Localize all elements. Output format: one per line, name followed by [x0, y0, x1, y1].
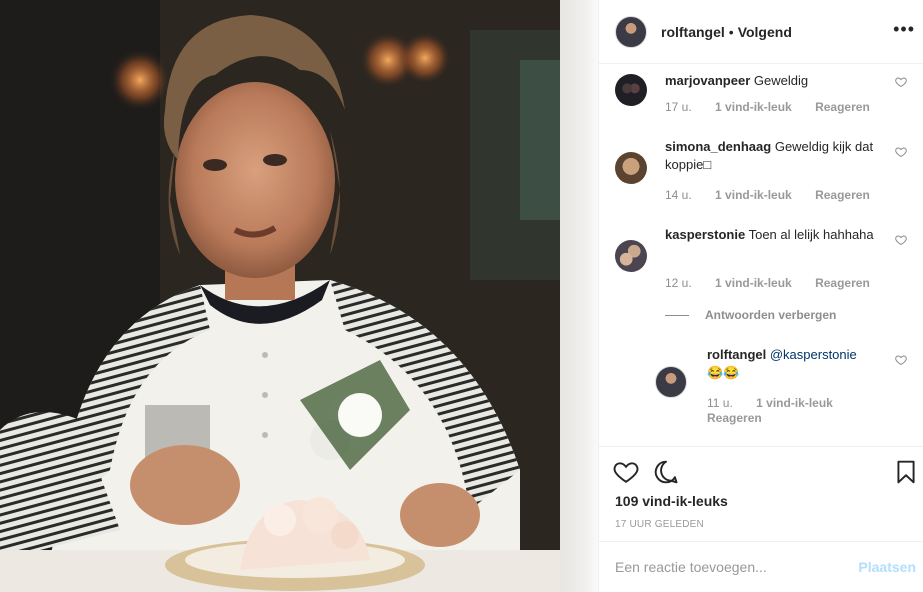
reply-button[interactable]: Reageren — [815, 188, 870, 202]
hide-replies-line — [665, 314, 689, 316]
author-username[interactable]: rolftangel — [661, 24, 725, 40]
following-button[interactable]: Volgend — [738, 24, 792, 40]
reply-username[interactable]: rolftangel — [707, 347, 766, 362]
comment-item: simona_denhaag Geweldig kijk dat koppie□… — [615, 139, 915, 214]
reply-button[interactable]: Reageren — [815, 276, 870, 290]
comment-likes[interactable]: 1 vind-ik-leuk — [715, 100, 792, 114]
post-dialog: rolftangel • Volgend ••• marjovanpeer Ge… — [0, 0, 923, 592]
comment-username[interactable]: simona_denhaag — [665, 139, 771, 154]
reply-mention[interactable]: @kasperstonie — [770, 347, 857, 362]
reply-author-avatar[interactable] — [655, 366, 687, 398]
comment-body: Geweldig — [753, 73, 809, 88]
reply-time[interactable]: 11 u. — [707, 396, 733, 410]
post-header: rolftangel • Volgend ••• — [599, 0, 923, 64]
comment-item: marjovanpeer Geweldig 17 u. 1 vind-ik-le… — [615, 72, 915, 134]
author-avatar[interactable] — [615, 15, 647, 48]
reply-reply-button[interactable]: Reageren — [707, 411, 762, 425]
comment-icon[interactable] — [653, 459, 679, 485]
reply-button[interactable]: Reageren — [815, 100, 870, 114]
comment-item: kasperstonie Toen al lelijk hahhaha 12 u… — [615, 227, 915, 302]
comment-time[interactable]: 17 u. — [665, 100, 692, 114]
bookmark-icon[interactable] — [893, 459, 919, 485]
comment-body: Toen al lelijk hahhaha — [748, 227, 874, 242]
add-comment-bar: Plaatsen — [599, 541, 923, 592]
comment-meta: 12 u. 1 vind-ik-leuk Reageren — [665, 276, 890, 290]
commenter-avatar[interactable] — [615, 152, 647, 184]
post-actions: 109 vind-ik-leuks 17 UUR GELEDEN — [599, 446, 923, 541]
post-photo[interactable] — [0, 0, 560, 592]
comment-meta: 14 u. 1 vind-ik-leuk Reageren — [665, 188, 890, 202]
reply-likes[interactable]: 1 vind-ik-leuk — [756, 396, 833, 410]
reply-body: 😂😂 — [707, 365, 740, 380]
reply-item: rolftangel @kasperstonie 😂😂 11 u. 1 vind… — [655, 346, 915, 426]
comment-heart-icon[interactable] — [895, 146, 907, 158]
comment-username[interactable]: marjovanpeer — [665, 73, 750, 88]
hide-replies-button[interactable]: Antwoorden verbergen — [665, 308, 836, 322]
heart-icon[interactable] — [613, 459, 639, 485]
post-sidebar: rolftangel • Volgend ••• marjovanpeer Ge… — [598, 0, 923, 592]
comment-text: kasperstonie Toen al lelijk hahhaha — [665, 226, 875, 244]
commenter-avatar[interactable] — [615, 240, 647, 272]
reply-meta: 11 u. 1 vind-ik-leuk Reageren — [707, 396, 897, 426]
comment-text: simona_denhaag Geweldig kijk dat koppie□ — [665, 138, 875, 174]
comment-time[interactable]: 12 u. — [665, 276, 692, 290]
comment-time[interactable]: 14 u. — [665, 188, 692, 202]
posted-time[interactable]: 17 UUR GELEDEN — [615, 519, 704, 530]
commenter-avatar[interactable] — [615, 74, 647, 106]
likes-count[interactable]: 109 vind-ik-leuks — [615, 493, 728, 509]
photo-border — [560, 0, 598, 592]
comment-heart-icon[interactable] — [895, 234, 907, 246]
comment-likes[interactable]: 1 vind-ik-leuk — [715, 188, 792, 202]
reply-heart-icon[interactable] — [895, 354, 907, 366]
comment-heart-icon[interactable] — [895, 76, 907, 88]
comment-text: marjovanpeer Geweldig — [665, 72, 875, 90]
comment-likes[interactable]: 1 vind-ik-leuk — [715, 276, 792, 290]
comment-username[interactable]: kasperstonie — [665, 227, 745, 242]
post-comment-button[interactable]: Plaatsen — [858, 559, 916, 575]
comment-input[interactable] — [615, 559, 845, 575]
header-separator: • — [728, 23, 734, 40]
hide-replies-label: Antwoorden verbergen — [705, 308, 837, 322]
more-options-icon[interactable]: ••• — [893, 20, 915, 38]
comments-list[interactable]: marjovanpeer Geweldig 17 u. 1 vind-ik-le… — [599, 64, 923, 446]
comment-meta: 17 u. 1 vind-ik-leuk Reageren — [665, 100, 890, 114]
reply-text: rolftangel @kasperstonie 😂😂 — [707, 346, 877, 382]
photo-image — [0, 0, 560, 592]
